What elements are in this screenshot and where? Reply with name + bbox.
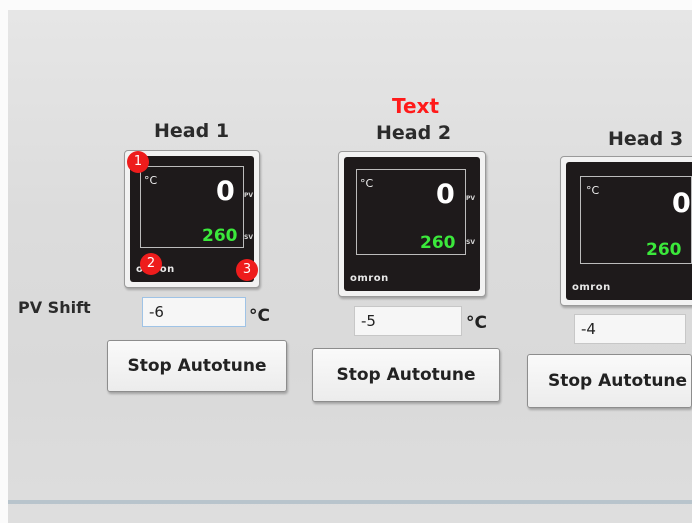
controller-face: °C 0 PV 260 SV omron bbox=[344, 157, 480, 291]
omron-logo: omron bbox=[350, 273, 389, 284]
celsius-unit: °C bbox=[586, 184, 600, 197]
pv-value: 0 bbox=[436, 179, 455, 210]
annotation-marker-1: 1 bbox=[127, 151, 149, 173]
head-2-stop-autotune-button[interactable]: Stop Autotune bbox=[312, 348, 500, 402]
sv-tag: SV bbox=[244, 234, 253, 241]
head-2-controller[interactable]: °C 0 PV 260 SV omron bbox=[338, 151, 486, 297]
pv-shift-label: PV Shift bbox=[18, 298, 91, 317]
head-1-pv-shift-input[interactable]: -6 bbox=[142, 297, 246, 327]
annotation-marker-3: 3 bbox=[236, 259, 258, 281]
head-2-title: Head 2 bbox=[376, 122, 452, 144]
sv-value: 260 bbox=[202, 226, 238, 246]
screen-bottom-edge bbox=[8, 500, 692, 504]
head-3-pv-shift-input[interactable]: -4 bbox=[574, 314, 686, 344]
celsius-unit: °C bbox=[144, 174, 158, 187]
pv-tag: PV bbox=[244, 192, 254, 199]
head-3-controller[interactable]: °C 0 260 omron bbox=[560, 156, 692, 306]
sv-tag: SV bbox=[466, 239, 475, 246]
sv-value: 260 bbox=[646, 240, 682, 260]
pv-tag: PV bbox=[466, 195, 476, 202]
head-1-pv-shift-unit: °C bbox=[249, 306, 270, 326]
head-1-title: Head 1 bbox=[154, 120, 230, 142]
head-2-pv-shift-input[interactable]: -5 bbox=[354, 306, 462, 336]
head-3-title: Head 3 bbox=[608, 128, 684, 150]
pv-value: 0 bbox=[216, 176, 235, 207]
celsius-unit: °C bbox=[360, 177, 374, 190]
head-2-pv-shift-unit: °C bbox=[466, 313, 487, 333]
omron-logo: omron bbox=[572, 282, 611, 293]
head-3-stop-autotune-button[interactable]: Stop Autotune bbox=[527, 354, 692, 408]
head-1-stop-autotune-button[interactable]: Stop Autotune bbox=[107, 340, 287, 392]
sv-value: 260 bbox=[420, 233, 456, 253]
annotation-marker-2: 2 bbox=[140, 253, 162, 275]
annotation-text: Text bbox=[392, 94, 440, 118]
pv-value: 0 bbox=[672, 188, 691, 219]
controller-face: °C 0 260 omron bbox=[566, 162, 692, 300]
photo-frame: Text Head 1 Head 2 Head 3 °C 0 PV 260 SV… bbox=[0, 0, 692, 523]
